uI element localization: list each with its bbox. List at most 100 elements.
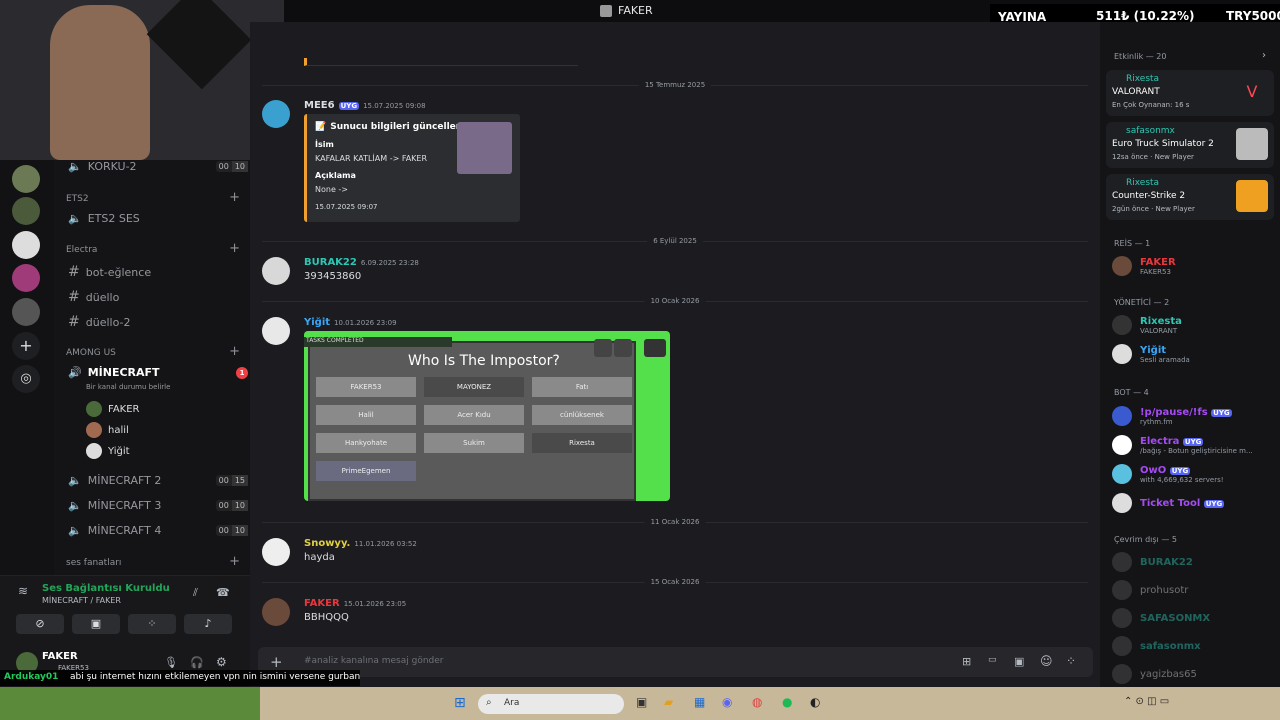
message-input[interactable]: + #analiz kanalına mesaj gönder ⊞ ▭ ▣ ☺ … — [258, 647, 1093, 677]
text-channel-duello[interactable]: # düello — [68, 289, 248, 305]
member-item[interactable]: FAKER FAKER53 — [1112, 256, 1277, 276]
server-icon[interactable] — [12, 165, 40, 193]
author-name[interactable]: FAKER — [304, 598, 340, 609]
voice-channel-ets2-ses[interactable]: 🔈 ETS2 SES — [68, 212, 248, 225]
microphone-icon[interactable]: 🎙 — [164, 656, 178, 669]
member-item[interactable]: Rixesta VALORANT — [1112, 315, 1277, 335]
obs-icon[interactable]: ◐ — [810, 695, 820, 709]
gif-icon[interactable]: ▭ — [988, 655, 997, 665]
voice-channel-korku-2[interactable]: 🔈 KORKU-2 00 10 — [68, 160, 248, 173]
donation-amount: 511₺ (10.22%) — [1096, 9, 1195, 23]
member-status: with 4,669,632 servers! — [1140, 475, 1224, 484]
member-item[interactable]: yagizbas65 — [1112, 664, 1277, 684]
voice-channel-minecraft-3[interactable]: 🔈 MİNECRAFT 3 00 10 — [68, 499, 248, 512]
voice-status: Ses Bağlantısı Kuruldu — [42, 583, 170, 594]
author-name[interactable]: MEE6 — [304, 100, 335, 111]
tasks-bar: TASKS COMPLETED — [304, 337, 452, 347]
store-icon[interactable]: ▦ — [694, 695, 705, 709]
chrome-icon[interactable]: ◍ — [752, 695, 762, 709]
date-separator: 10 Ocak 2026 — [262, 297, 1088, 305]
avatar[interactable] — [262, 538, 290, 566]
category-electra[interactable]: Electra — [66, 245, 97, 255]
embed-thumbnail[interactable] — [457, 122, 512, 174]
voice-user[interactable]: halil — [86, 422, 129, 438]
member-item[interactable]: Ticket Tool UYG — [1112, 493, 1277, 513]
screen-share-button[interactable]: ▣ — [72, 614, 120, 634]
author-name[interactable]: Yiğit — [304, 317, 330, 328]
avatar[interactable] — [262, 257, 290, 285]
discover-icon[interactable]: ◎ — [12, 365, 40, 393]
player-card: FAKER53 — [316, 377, 416, 397]
member-item[interactable]: safasonmx — [1112, 636, 1277, 656]
add-server-icon[interactable]: + — [12, 332, 40, 360]
voice-user[interactable]: Yiğit — [86, 443, 130, 459]
voice-channel-path[interactable]: MİNECRAFT / FAKER — [42, 596, 121, 605]
voice-channel-minecraft-2[interactable]: 🔈 MİNECRAFT 2 00 15 — [68, 474, 248, 487]
category-among-us[interactable]: AMONG US — [66, 348, 116, 358]
category-ses-fanatlari[interactable]: ses fanatları — [66, 558, 121, 568]
activity-card[interactable]: Rixesta VALORANT En Çok Oynanan: 16 s V — [1106, 70, 1274, 116]
add-channel-icon[interactable]: + — [229, 241, 240, 256]
player-card: Hankyohate — [316, 433, 416, 453]
apps-icon[interactable]: ⁘ — [1066, 654, 1076, 668]
activity-card[interactable]: safasonmx Euro Truck Simulator 2 12sa ön… — [1106, 122, 1274, 168]
taskbar-search[interactable]: ⌕ Ara — [478, 694, 624, 714]
disconnect-icon[interactable]: ☎ — [216, 586, 230, 599]
server-icon[interactable] — [12, 264, 40, 292]
add-channel-icon[interactable]: + — [229, 344, 240, 359]
voice-user[interactable]: FAKER — [86, 401, 140, 417]
gift-icon[interactable]: ⊞ — [962, 655, 971, 668]
headphones-icon[interactable]: 🎧 — [190, 656, 204, 669]
member-item[interactable]: OwO UYG with 4,669,632 servers! — [1112, 464, 1277, 484]
text-channel-bot-eglence[interactable]: # bot-eğlence — [68, 264, 248, 280]
activity-card[interactable]: Rixesta Counter-Strike 2 2gün önce · New… — [1106, 174, 1274, 220]
server-icon[interactable] — [12, 231, 40, 259]
add-channel-icon[interactable]: + — [229, 190, 240, 205]
avatar[interactable] — [262, 598, 290, 626]
author-name[interactable]: BURAK22 — [304, 257, 357, 268]
activity-meta: 2gün önce · New Player — [1112, 205, 1195, 213]
server-icon[interactable] — [12, 298, 40, 326]
sticker-icon[interactable]: ▣ — [1014, 655, 1024, 668]
camera-off-button[interactable]: ⊘ — [16, 614, 64, 634]
voice-channel-minecraft-4[interactable]: 🔈 MİNECRAFT 4 00 10 — [68, 524, 248, 537]
member-item[interactable]: Electra UYG/bağış - Botun geliştiricisin… — [1112, 435, 1277, 455]
settings-gear-icon[interactable]: ⚙ — [216, 655, 227, 669]
member-item[interactable]: Yiğit Sesli aramada — [1112, 344, 1277, 364]
windows-start-icon[interactable]: ⊞ — [454, 695, 466, 711]
folder-icon[interactable]: ▰ — [664, 695, 673, 709]
hash-icon: # — [68, 289, 80, 305]
voice-channel-minecraft[interactable]: 🔊 MİNECRAFT 1 — [68, 366, 248, 379]
member-item[interactable]: BURAK22 — [1112, 552, 1277, 572]
soundboard-button[interactable]: ♪ — [184, 614, 232, 634]
spotify-icon[interactable]: ● — [782, 695, 792, 709]
member-item[interactable]: !p/pause/!fs UYG rythm.fm — [1112, 406, 1277, 426]
avatar[interactable] — [262, 317, 290, 345]
among-us-screenshot[interactable]: TASKS COMPLETED Who Is The Impostor? FAK… — [304, 331, 670, 501]
author-name[interactable]: Snowyy. — [304, 538, 350, 549]
activities-button[interactable]: ⁘ — [128, 614, 176, 634]
chevron-right-icon[interactable]: › — [1262, 50, 1266, 61]
message-header: MEE6 UYG 15.07.2025 09:08 — [304, 100, 426, 111]
discord-icon[interactable]: ◉ — [722, 695, 732, 709]
avatar[interactable] — [262, 100, 290, 128]
member-item[interactable]: prohusotr — [1112, 580, 1277, 600]
message-text: 393453860 — [304, 271, 362, 282]
tray-icons[interactable]: ⌃ ⊙ ◫ ▭ — [1124, 696, 1169, 707]
task-view-icon[interactable]: ▣ — [636, 695, 647, 709]
webcam-overlay — [0, 0, 284, 160]
noise-suppression-icon[interactable]: ⫽ — [193, 586, 198, 600]
member-item[interactable]: SAFASONMX — [1112, 608, 1277, 628]
player-card: Rixesta — [532, 433, 632, 453]
emoji-icon[interactable]: ☺ — [1040, 654, 1053, 668]
add-attachment-icon[interactable]: + — [270, 653, 283, 671]
add-channel-icon[interactable]: + — [229, 554, 240, 569]
player-card: Fatı — [532, 377, 632, 397]
text-channel-duello-2[interactable]: # düello-2 — [68, 314, 248, 330]
category-ets2[interactable]: ETS2 — [66, 194, 89, 204]
hash-icon: # — [68, 264, 80, 280]
taskbar: ⊞ ▣ ▰ ▦ ◉ ◍ ● ◐ ⌃ ⊙ ◫ ▭ — [0, 687, 1280, 720]
server-icon[interactable] — [12, 197, 40, 225]
channel-status[interactable]: Bir kanal durumu belirle — [86, 383, 266, 391]
mention-badge: 1 — [236, 366, 248, 379]
